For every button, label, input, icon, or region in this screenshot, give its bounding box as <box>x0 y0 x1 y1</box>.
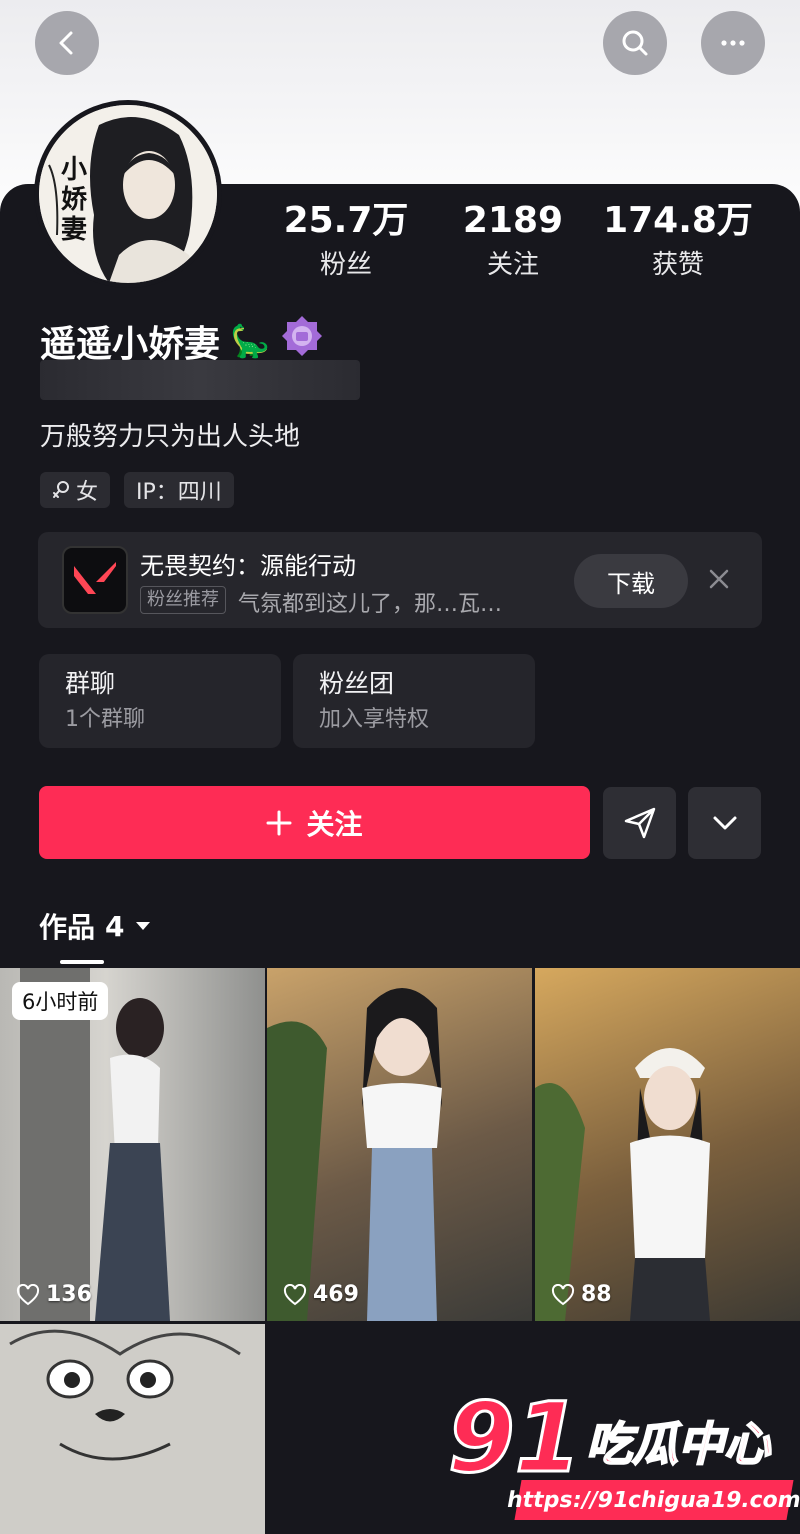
group-chat-card[interactable]: 群聊 1个群聊 <box>39 654 281 748</box>
works-tab[interactable]: 作品 4 <box>39 906 151 946</box>
more-actions-button[interactable] <box>688 787 761 859</box>
promo-badge: 粉丝推荐 <box>140 586 226 614</box>
stat-value: 2189 <box>462 200 564 241</box>
plus-icon <box>266 810 292 835</box>
ip-tag: IP：四川 <box>124 472 234 508</box>
group-chat-sub: 1个群聊 <box>65 707 145 732</box>
search-button[interactable] <box>603 11 667 75</box>
follow-button[interactable]: 关注 <box>39 786 590 859</box>
stat-value: 25.7万 <box>283 200 409 241</box>
search-icon <box>622 30 648 56</box>
stat-likes[interactable]: 174.8万 获赞 <box>603 198 753 284</box>
dinosaur-emoji: 🦕 <box>230 321 270 360</box>
heart-icon <box>283 1283 307 1305</box>
site-watermark: 91 吃瓜中心 https://91chigua19.com <box>447 1382 800 1530</box>
profile-name: 遥遥小娇妻 <box>40 323 221 365</box>
stat-label: 获赞 <box>651 250 704 280</box>
more-button[interactable] <box>701 11 765 75</box>
stat-fans[interactable]: 25.7万 粉丝 <box>271 198 421 284</box>
group-chat-title: 群聊 <box>65 669 116 698</box>
send-icon <box>624 807 655 839</box>
close-icon[interactable] <box>706 566 732 592</box>
stat-label: 粉丝 <box>319 250 372 280</box>
game-logo-icon <box>62 546 128 614</box>
fan-club-sub: 加入享特权 <box>319 707 430 732</box>
stat-value: 174.8万 <box>603 200 753 241</box>
gender-tag: 女 <box>40 472 111 508</box>
avatar-calligraphy: 小娇妻 <box>61 155 88 245</box>
like-count-value: 88 <box>581 1282 612 1307</box>
avatar[interactable]: 小娇妻 <box>34 100 222 288</box>
bio-text: 万般努力只为出人头地 <box>40 422 301 452</box>
ellipsis-icon <box>721 40 745 46</box>
ip-label: IP：四川 <box>136 480 222 505</box>
female-icon <box>53 481 69 498</box>
follow-label: 关注 <box>306 807 363 841</box>
like-count: 88 <box>551 1282 612 1307</box>
promo-title: 无畏契约：源能行动 <box>140 552 356 580</box>
video-thumbnail[interactable]: 469 <box>267 968 532 1321</box>
watermark-url: https://91chigua19.com <box>505 1480 800 1520</box>
watermark-text: 吃瓜中心 <box>585 1416 771 1472</box>
back-button[interactable] <box>35 11 99 75</box>
video-thumbnail[interactable]: 6小时前 136 <box>0 968 265 1321</box>
like-count-value: 469 <box>313 1282 359 1307</box>
caret-down-icon <box>135 922 150 930</box>
send-message-button[interactable] <box>603 787 676 859</box>
video-thumbnail[interactable]: 88 <box>535 968 800 1321</box>
watermark-number: 91 <box>447 1382 584 1494</box>
like-count: 136 <box>16 1282 92 1307</box>
like-count-value: 136 <box>46 1282 92 1307</box>
like-count: 469 <box>283 1282 359 1307</box>
blurred-account-id <box>40 360 360 400</box>
heart-icon <box>551 1283 575 1305</box>
chevron-left-icon <box>59 31 73 55</box>
gender-label: 女 <box>76 480 99 505</box>
game-promo-card[interactable]: 无畏契约：源能行动 粉丝推荐 气氛都到这儿了，那…瓦… 下载 <box>38 532 762 628</box>
fan-club-card[interactable]: 粉丝团 加入享特权 <box>293 654 535 748</box>
download-button[interactable]: 下载 <box>574 554 688 608</box>
fan-club-title: 粉丝团 <box>319 669 395 698</box>
works-label: 作品 <box>39 911 96 944</box>
promo-description: 气氛都到这儿了，那…瓦… <box>238 592 503 617</box>
video-thumbnail[interactable] <box>0 1324 265 1534</box>
chevron-down-icon <box>713 816 736 830</box>
stat-following[interactable]: 2189 关注 <box>438 198 588 284</box>
works-tab-underline <box>60 960 104 964</box>
works-count: 4 <box>105 909 125 943</box>
heart-icon <box>16 1283 40 1305</box>
time-badge: 6小时前 <box>12 982 109 1020</box>
stat-label: 关注 <box>486 250 539 280</box>
